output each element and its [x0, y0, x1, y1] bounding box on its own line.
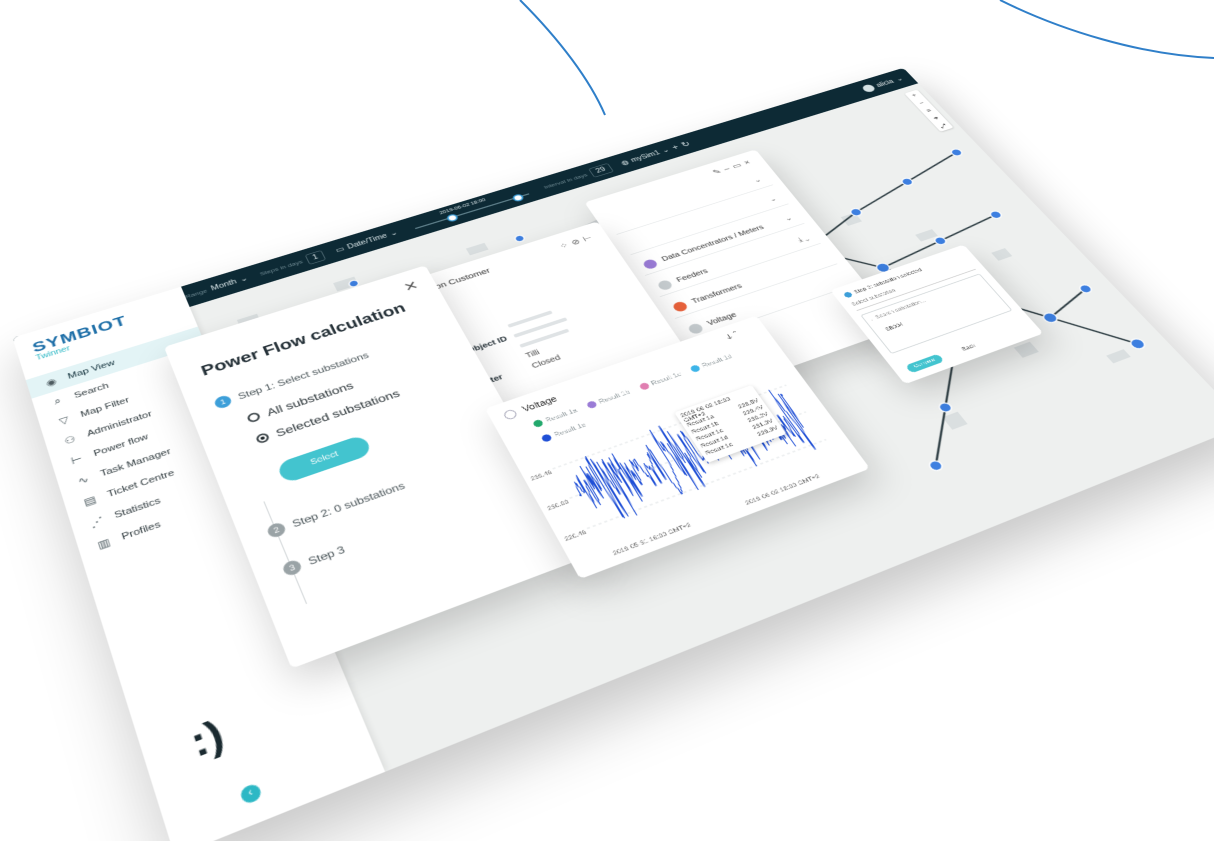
download-icon[interactable]: ⤓ ⌄ — [796, 234, 810, 243]
step-number: 2 — [265, 521, 288, 540]
avatar — [860, 83, 877, 94]
filter-icon: ▽ — [57, 414, 71, 427]
transformer-icon — [671, 300, 689, 313]
sidebar-item-label: Search — [72, 381, 110, 400]
power-flow-icon: ⊢ — [69, 453, 84, 467]
sidebar-item-ticket-centre[interactable]: ▤ Ticket Centre — [63, 438, 253, 520]
chart-title: Voltage — [520, 394, 560, 415]
legend-swatch — [689, 364, 702, 373]
steps-label: Steps in days — [258, 258, 304, 277]
panel-tools: ⁘⊘⊢ — [558, 232, 598, 251]
chevron-down-icon: ⌄ — [894, 75, 905, 83]
sidebar-item-label: Profiles — [120, 519, 163, 543]
sidebar-item-profiles[interactable]: ▥ Profiles — [76, 478, 270, 563]
legend-swatch — [585, 400, 598, 410]
map-pin-icon: ◉ — [44, 376, 58, 389]
x-tick: 2019-05-31 16:00 GMT+2 — [612, 522, 693, 557]
steps-input[interactable]: 1 — [304, 249, 327, 265]
mode-value: Date/Time — [346, 232, 389, 251]
range-label: Range — [184, 287, 208, 300]
voltage-icon — [502, 408, 519, 421]
feeder-icon — [656, 278, 674, 291]
search-icon: ⌕ — [52, 395, 63, 407]
chevron-down-icon: ⌄ — [388, 229, 400, 238]
sidebar-item-label: Map Filter — [79, 395, 131, 420]
substation-icon — [378, 295, 399, 310]
legend-swatch — [540, 433, 553, 443]
step-number: 3 — [281, 558, 304, 578]
legend-item[interactable]: Result 1c — [638, 371, 683, 391]
chevron-down-icon: ⌄ — [660, 146, 671, 155]
connect-icon[interactable]: ⊢ — [581, 233, 598, 243]
sidebar-item-label: Statistics — [113, 496, 162, 521]
admin-icon: ⚇ — [63, 433, 78, 447]
legend-label: Result 1c — [649, 370, 683, 387]
period-value: Month — [209, 277, 238, 293]
legend-swatch — [532, 418, 545, 428]
step-label: Step 2: 0 substations — [290, 480, 407, 530]
substation-option[interactable]: SB004 — [884, 322, 905, 332]
step-label: Step 3 — [306, 543, 347, 568]
voltage-icon — [686, 322, 705, 335]
compute-button[interactable]: Compute — [905, 353, 945, 374]
radio-icon — [246, 411, 262, 424]
calendar-icon: ▭ — [334, 245, 346, 254]
sidebar-item-label: Ticket Centre — [106, 468, 176, 500]
step-divider — [263, 501, 308, 605]
statistics-icon: ⋰ — [88, 514, 106, 530]
chevron-down-icon: ⌄ — [238, 274, 249, 284]
radio-selected-icon — [254, 432, 271, 445]
chevron-down-icon: ⌄ — [752, 176, 764, 185]
step-number: 1 — [213, 394, 233, 410]
sidebar-item-label: Administrator — [85, 409, 154, 439]
interval-input[interactable]: 29 — [587, 162, 614, 178]
task-icon: ∿ — [76, 473, 91, 487]
legend-swatch — [638, 382, 651, 391]
voltage-line-chart[interactable] — [540, 365, 841, 551]
step-3: 3 Step 3 — [281, 543, 347, 578]
layer-label: Feeders — [675, 267, 710, 284]
layer-label: Transformers — [690, 282, 744, 306]
chevron-down-icon: ⌄ — [767, 195, 779, 204]
y-tick: 220.46 — [563, 529, 588, 543]
y-tick: 230.00 — [546, 499, 571, 512]
meter-icon — [641, 257, 659, 270]
brand-mark-icon: :) — [185, 712, 230, 767]
legend-label: Result 1a — [544, 406, 579, 424]
app-window: + − ≡ ⌖ ⤢ Range Month ⌄ Steps in days 1 — [12, 67, 1214, 841]
period-select[interactable]: Month ⌄ — [210, 275, 249, 293]
back-button[interactable]: Back — [961, 343, 977, 352]
download-icon[interactable]: ⤓ ⌃ — [725, 330, 742, 342]
ticket-icon: ▤ — [82, 493, 98, 509]
user-name: alicia — [874, 78, 896, 89]
sidebar-item-label: Task Manager — [99, 446, 173, 479]
legend-label: Result 1b — [597, 388, 632, 406]
legend-label: Result 1d — [700, 353, 734, 369]
refresh-icon[interactable]: ↻ — [679, 140, 692, 149]
select-button[interactable]: Select — [275, 434, 373, 485]
simulation-value: mySim1 — [629, 149, 662, 164]
y-tick: 239.46 — [529, 469, 554, 483]
chevron-down-icon: ⌄ — [782, 214, 795, 223]
sidebar-item-task-manager[interactable]: ∿ Task Manager — [56, 418, 244, 498]
legend-item[interactable]: Result 1d — [689, 353, 734, 373]
profiles-icon: ▥ — [96, 536, 112, 552]
sidebar-item-statistics[interactable]: ⋰ Statistics — [69, 458, 261, 542]
globe-icon: ◍ — [619, 158, 631, 167]
step-dot-icon — [842, 291, 854, 299]
collapse-sidebar-button[interactable]: ‹ — [238, 782, 264, 806]
legend-item[interactable]: Result 1b — [585, 388, 632, 410]
add-icon[interactable]: + — [670, 143, 681, 152]
step-2: 2 Step 2: 0 substations — [265, 479, 407, 540]
sidebar-item-label: Power flow — [92, 432, 150, 459]
